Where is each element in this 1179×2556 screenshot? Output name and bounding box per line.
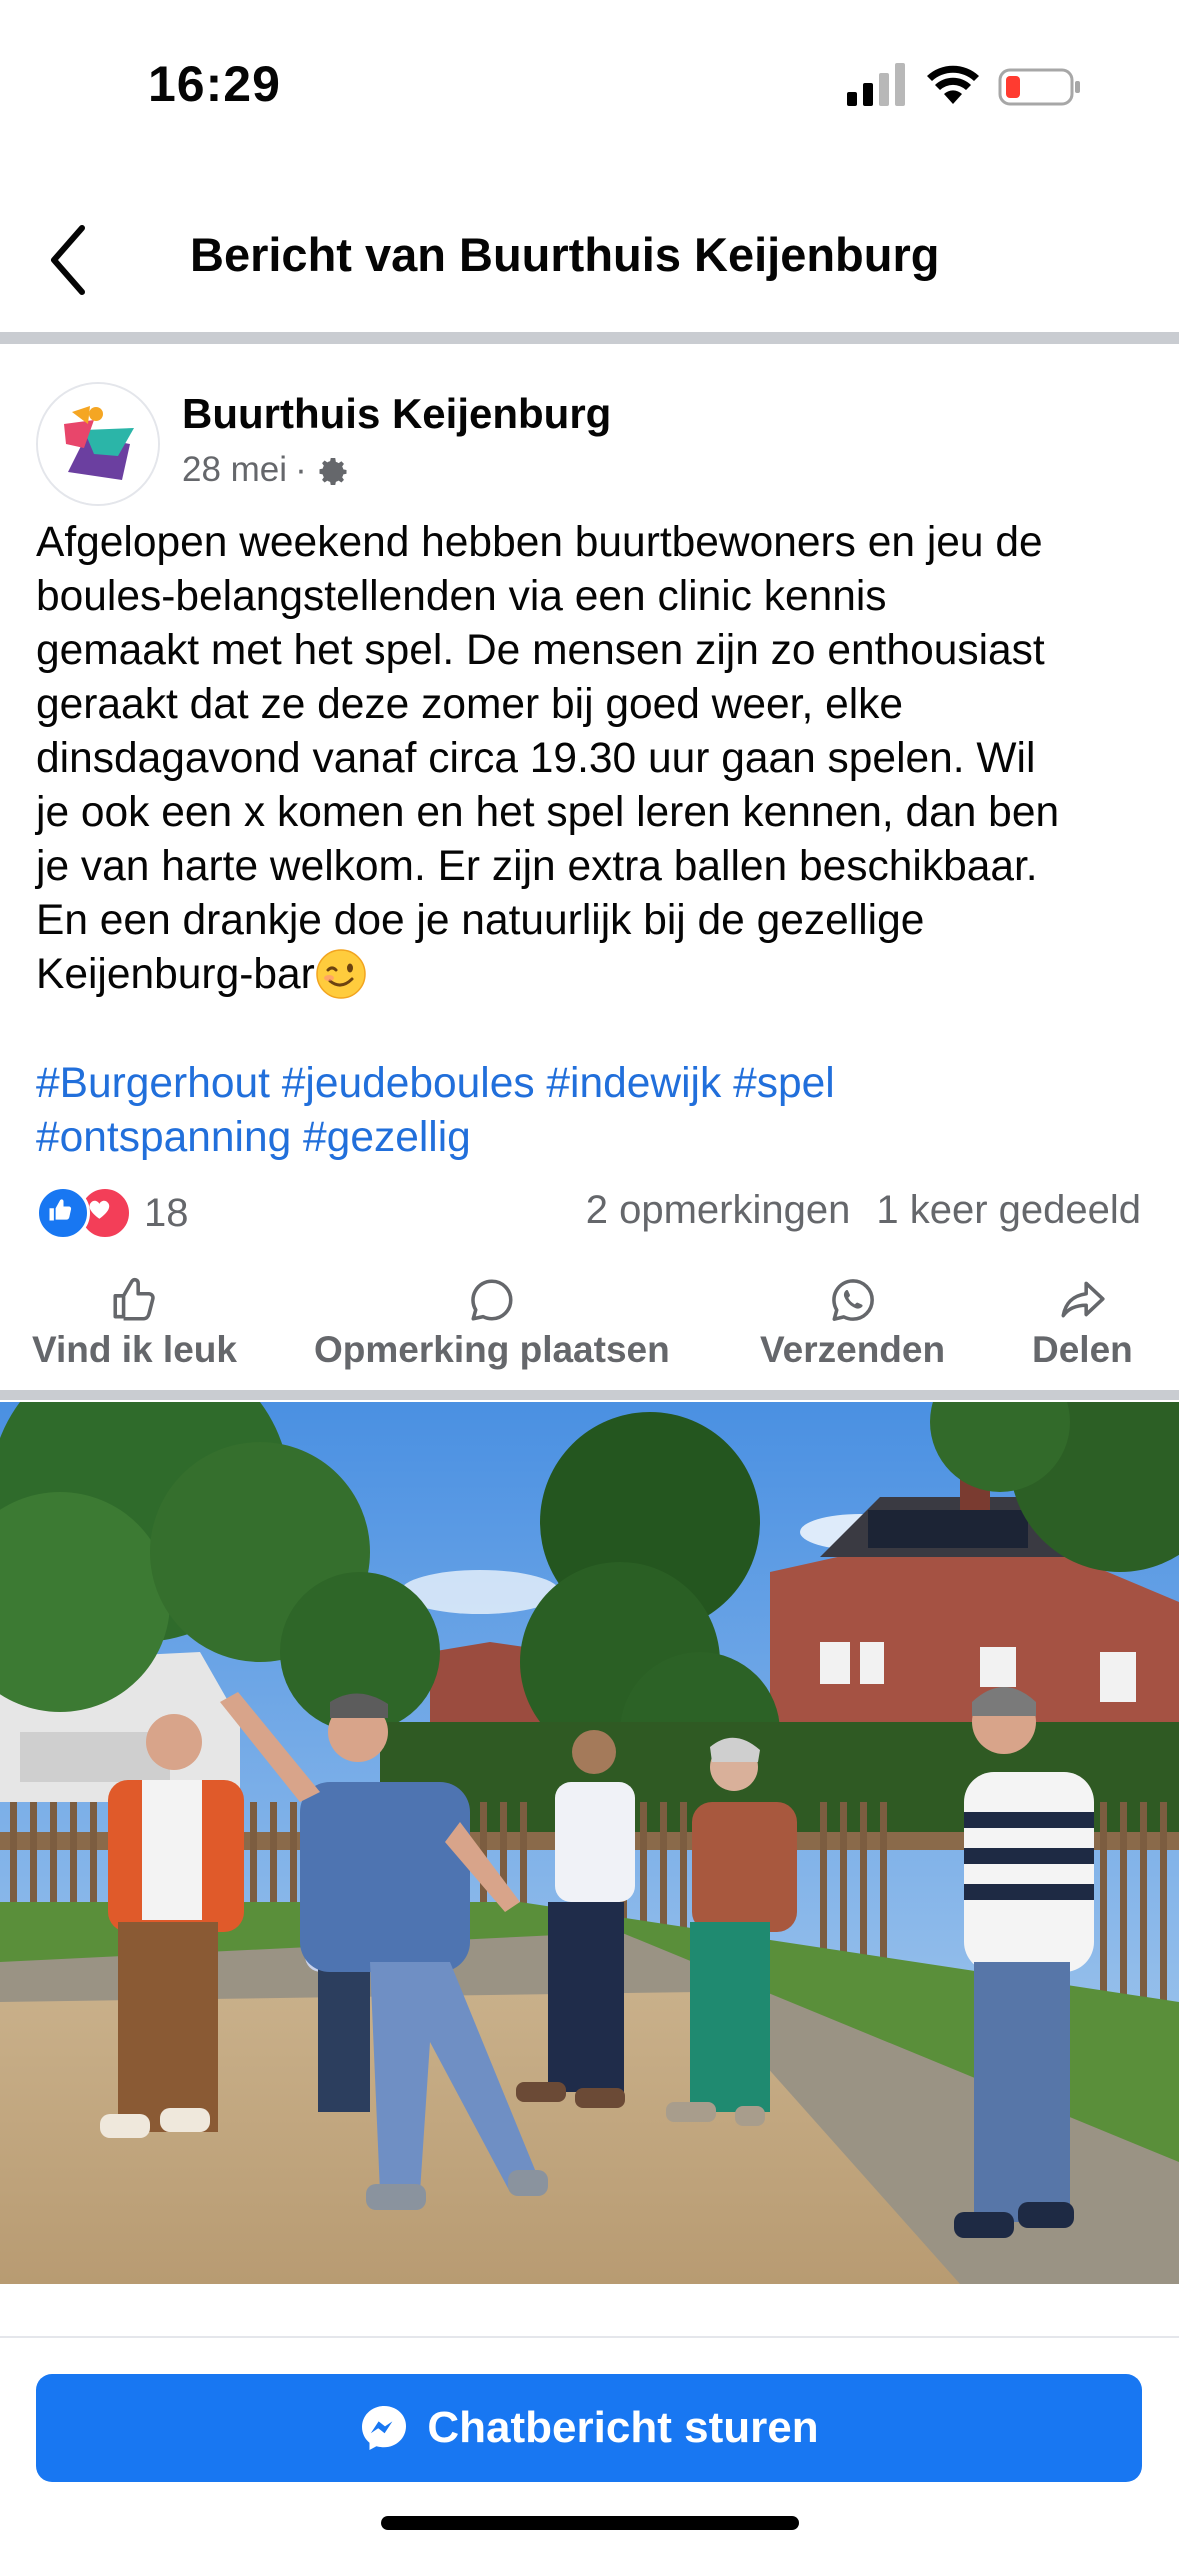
comment-button[interactable]: Opmerking plaatsen <box>314 1275 670 1371</box>
post-photo[interactable] <box>0 1402 1179 2284</box>
hashtag-link[interactable]: #indewijk <box>546 1060 721 1107</box>
post-text-line: gemaakt met het spel. De mensen zijn zo … <box>36 627 1045 674</box>
post-text-line: boules-belangstellenden via een clinic k… <box>36 573 887 620</box>
post-meta: 28 mei · <box>182 450 351 490</box>
jeu-de-boules-photo <box>0 1402 1179 2284</box>
hashtag-link[interactable]: #spel <box>733 1060 835 1107</box>
page-name[interactable]: Buurthuis Keijenburg <box>182 390 611 438</box>
post-actions: Vind ik leuk Opmerking plaatsen Verzende… <box>0 1275 1179 1385</box>
gear-icon <box>319 458 347 485</box>
reactions-summary[interactable]: 18 <box>36 1186 189 1240</box>
share-button[interactable]: Delen <box>1032 1275 1133 1371</box>
hashtags: #Burgerhout #jeudeboules #indewijk #spel… <box>36 1057 1146 1165</box>
battery-low-icon <box>998 68 1080 106</box>
hashtag-link[interactable]: #gezellig <box>303 1114 471 1161</box>
send-button[interactable]: Verzenden <box>760 1275 945 1371</box>
bottom-divider <box>0 2336 1179 2338</box>
page-title: Bericht van Buurthuis Keijenburg <box>190 228 940 281</box>
photo-footer-area <box>0 2284 1179 2336</box>
hashtag-link[interactable]: #Burgerhout <box>36 1060 270 1107</box>
share-icon <box>1061 1281 1105 1318</box>
post-text: Afgelopen weekend hebben buurtbewoners e… <box>36 516 1146 1002</box>
like-label: Vind ik leuk <box>32 1329 237 1370</box>
post-text-line: geraakt dat ze deze zomer bij goed weer,… <box>36 681 904 728</box>
comment-label: Opmerking plaatsen <box>314 1329 670 1370</box>
page-header: Bericht van Buurthuis Keijenburg <box>0 170 1179 330</box>
thumbs-up-icon <box>113 1277 156 1321</box>
like-button[interactable]: Vind ik leuk <box>32 1275 237 1371</box>
post-text-line: En een drankje doe je natuurlijk bij de … <box>36 897 925 944</box>
hashtag-line: #ontspanning #gezellig <box>36 1111 1146 1165</box>
meta-separator: · <box>295 450 307 489</box>
send-message-label: Chatbericht sturen <box>427 2403 819 2452</box>
hashtag-link[interactable]: #ontspanning <box>36 1114 291 1161</box>
buurthuis-logo <box>38 384 158 504</box>
post-text-line-last: Keijenburg-bar <box>36 948 1146 1002</box>
hashtag-link[interactable]: #jeudeboules <box>282 1060 535 1107</box>
reaction-count: 18 <box>144 1190 189 1235</box>
status-bar: 16:29 <box>0 0 1179 170</box>
send-label: Verzenden <box>760 1329 946 1370</box>
post-text-line: je van harte welkom. Er zijn extra balle… <box>36 843 1038 890</box>
avatar[interactable] <box>36 382 160 506</box>
share-label: Delen <box>1032 1329 1133 1370</box>
winking-face-emoji <box>316 949 366 999</box>
like-reaction-icon <box>36 1186 90 1240</box>
signal-icon <box>847 63 905 106</box>
comments-count[interactable]: 2 opmerkingen <box>586 1188 851 1233</box>
hashtag-line: #Burgerhout #jeudeboules #indewijk #spel <box>36 1057 1146 1111</box>
post-text-line: Afgelopen weekend hebben buurtbewoners e… <box>36 519 1043 566</box>
engagement-stats: 2 opmerkingen 1 keer gedeeld <box>586 1188 1141 1233</box>
post-text-line: je ook een x komen en het spel leren ken… <box>36 789 1060 836</box>
chevron-left-icon[interactable] <box>42 220 98 300</box>
status-time: 16:29 <box>148 56 281 112</box>
wifi-icon <box>927 65 979 104</box>
comment-icon <box>471 1279 513 1321</box>
home-indicator[interactable] <box>381 2516 799 2530</box>
messenger-icon <box>362 2406 407 2450</box>
post-text-line: dinsdagavond vanaf circa 19.30 uur gaan … <box>36 735 1036 782</box>
post-text-tail: Keijenburg-bar <box>36 951 315 998</box>
header-divider <box>0 332 1179 344</box>
actions-divider <box>0 1390 1179 1400</box>
send-message-button[interactable]: Chatbericht sturen <box>36 2374 1142 2482</box>
shares-count[interactable]: 1 keer gedeeld <box>876 1188 1141 1233</box>
post-date[interactable]: 28 mei <box>182 450 287 490</box>
whatsapp-icon <box>831 1279 874 1321</box>
